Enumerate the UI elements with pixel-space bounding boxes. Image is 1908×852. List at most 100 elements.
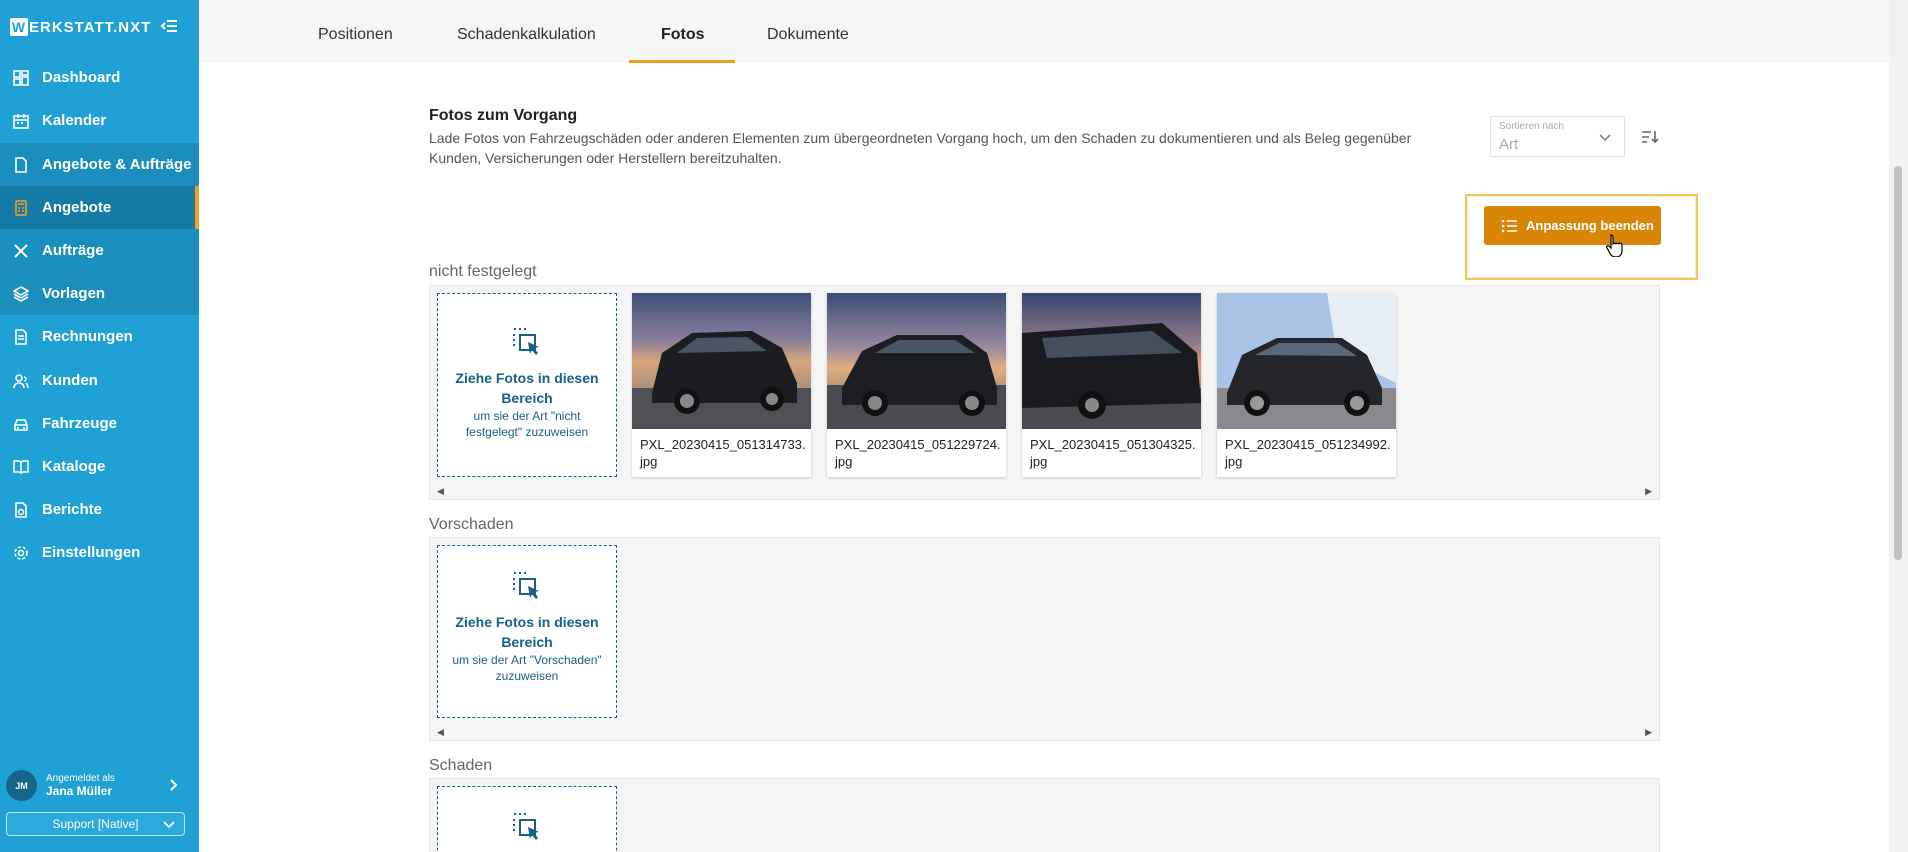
sidebar-item-dashboard[interactable]: Dashboard: [0, 56, 199, 99]
user-name: Jana Müller: [46, 784, 113, 798]
sort-direction-icon[interactable]: [1641, 128, 1659, 146]
sidebar-item-kunden[interactable]: Kunden: [0, 359, 199, 402]
active-tab-indicator: [629, 60, 735, 63]
invoice-icon: [12, 328, 30, 346]
photo-group-nicht-festgelegt: Ziehe Fotos in diesen Bereich um sie der…: [429, 285, 1660, 500]
tab-schadenkalkulation[interactable]: Schadenkalkulation: [457, 26, 596, 44]
sort-select[interactable]: Sortieren nach Art: [1490, 116, 1625, 157]
group-label-schaden: Schaden: [429, 757, 493, 774]
photo-filename: PXL_20230415_051234992.jpg: [1225, 437, 1391, 469]
layers-icon: [12, 285, 30, 303]
dropzone-subtitle: um sie der Art "nicht festgelegt" zuzuwe…: [465, 409, 589, 439]
sidebar-item-fahrzeuge[interactable]: Fahrzeuge: [0, 402, 199, 445]
sidebar-item-label: Angebote: [42, 199, 112, 216]
support-select-value: Support [Native]: [52, 817, 139, 831]
sidebar-item-auftraege[interactable]: Aufträge: [0, 229, 199, 272]
support-select[interactable]: Support [Native]: [6, 812, 185, 836]
scrollbar-thumb[interactable]: [1894, 166, 1902, 560]
sidebar-item-label: Aufträge: [42, 242, 104, 259]
sidebar-item-kataloge[interactable]: Kataloge: [0, 445, 199, 488]
sidebar: W ERKSTATT.NXT Dashboard Kalender Angebo…: [0, 0, 199, 852]
logged-in-label: Angemeldet als: [46, 773, 115, 784]
car-photo: [827, 293, 1006, 429]
group-label-nicht-festgelegt: nicht festgelegt: [429, 263, 537, 280]
tab-positionen[interactable]: Positionen: [318, 26, 393, 44]
sidebar-item-label: Einstellungen: [42, 544, 141, 561]
sort-select-label: Sortieren nach: [1499, 121, 1565, 132]
dropzone-subtitle: um sie der Art "Vorschaden" zuzuweisen: [452, 653, 602, 683]
photo-card[interactable]: PXL_20230415_051314733.jpg: [632, 293, 811, 477]
dashboard-icon: [12, 69, 30, 87]
photo-filename: PXL_20230415_051229724.jpg: [835, 437, 1001, 469]
gear-icon: [12, 544, 30, 562]
drag-drop-icon: [513, 572, 539, 599]
page-description: Lade Fotos von Fahrzeugschäden oder ande…: [429, 130, 1412, 166]
sidebar-item-angebote[interactable]: Angebote: [0, 186, 199, 229]
photo-card[interactable]: PXL_20230415_051234992.jpg: [1217, 293, 1396, 477]
sidebar-item-angebote-auftraege[interactable]: Angebote & Aufträge: [0, 143, 199, 186]
book-icon: [12, 458, 30, 476]
tab-fotos[interactable]: Fotos: [661, 26, 705, 44]
photo-filename: PXL_20230415_051314733.jpg: [640, 437, 806, 469]
collapse-sidebar-icon[interactable]: [160, 16, 180, 36]
photo-dropzone[interactable]: Ziehe Fotos in diesen Bereich um sie der…: [437, 545, 617, 718]
logo-letter: W: [10, 18, 28, 36]
vertical-scrollbar[interactable]: [1889, 0, 1908, 852]
hand-cursor-icon: [1606, 234, 1623, 257]
sidebar-item-rechnungen[interactable]: Rechnungen: [0, 315, 199, 358]
report-icon: [12, 501, 30, 519]
sidebar-item-label: Rechnungen: [42, 328, 133, 345]
scroll-left-arrow[interactable]: ◀: [437, 486, 444, 497]
car-icon: [12, 415, 30, 433]
sidebar-item-vorlagen[interactable]: Vorlagen: [0, 272, 199, 315]
chevron-down-icon: [1599, 134, 1611, 142]
tools-icon: [12, 242, 30, 260]
brand-logo[interactable]: W ERKSTATT.NXT: [0, 0, 199, 54]
chevron-right-icon[interactable]: [168, 778, 180, 792]
car-photo: [1217, 293, 1396, 429]
photo-card[interactable]: PXL_20230415_051304325.jpg: [1022, 293, 1201, 477]
sidebar-item-label: Angebote & Aufträge: [42, 156, 192, 173]
photo-dropzone[interactable]: [437, 786, 617, 852]
scroll-left-arrow[interactable]: ◀: [437, 727, 444, 738]
page-title: Fotos zum Vorgang: [429, 107, 578, 124]
finish-customization-button[interactable]: Anpassung beenden: [1484, 206, 1661, 245]
document-icon: [12, 156, 30, 174]
photo-dropzone[interactable]: Ziehe Fotos in diesen Bereich um sie der…: [437, 293, 617, 477]
group-label-vorschaden: Vorschaden: [429, 516, 514, 533]
sort-select-value: Art: [1499, 136, 1519, 153]
sidebar-item-label: Kalender: [42, 112, 107, 129]
drag-drop-icon: [513, 813, 539, 840]
dropzone-title: Ziehe Fotos in diesen Bereich: [455, 614, 599, 650]
brand-name: ERKSTATT.NXT: [29, 18, 152, 36]
sidebar-item-label: Kunden: [42, 372, 98, 389]
chevron-down-icon: [163, 821, 175, 829]
tab-dokumente[interactable]: Dokumente: [767, 26, 849, 44]
sidebar-item-label: Berichte: [42, 501, 103, 518]
sidebar-item-kalender[interactable]: Kalender: [0, 99, 199, 142]
car-photo: [1022, 293, 1201, 429]
photo-card[interactable]: PXL_20230415_051229724.jpg: [827, 293, 1006, 477]
scroll-right-arrow[interactable]: ▶: [1645, 486, 1652, 497]
car-photo: [632, 293, 811, 429]
sidebar-item-label: Vorlagen: [42, 285, 106, 302]
photo-group-schaden: [429, 778, 1660, 852]
list-icon: [1501, 219, 1517, 232]
photo-filename: PXL_20230415_051304325.jpg: [1030, 437, 1196, 469]
user-panel: JM Angemeldet als Jana Müller Support [N…: [0, 766, 199, 852]
finish-button-label: Anpassung beenden: [1526, 218, 1654, 233]
users-icon: [12, 372, 30, 390]
sidebar-item-label: Fahrzeuge: [42, 415, 118, 432]
calculator-icon: [12, 199, 30, 217]
user-info[interactable]: JM Angemeldet als Jana Müller: [6, 770, 115, 801]
sidebar-item-berichte[interactable]: Berichte: [0, 488, 199, 531]
drag-drop-icon: [513, 328, 539, 355]
photo-group-vorschaden: Ziehe Fotos in diesen Bereich um sie der…: [429, 537, 1660, 741]
avatar: JM: [6, 770, 37, 801]
calendar-icon: [12, 112, 30, 130]
scroll-right-arrow[interactable]: ▶: [1645, 727, 1652, 738]
sidebar-item-label: Kataloge: [42, 458, 106, 475]
sidebar-item-einstellungen[interactable]: Einstellungen: [0, 531, 199, 574]
tab-bar: Positionen Schadenkalkulation Fotos Doku…: [199, 0, 1889, 63]
sidebar-item-label: Dashboard: [42, 69, 121, 86]
